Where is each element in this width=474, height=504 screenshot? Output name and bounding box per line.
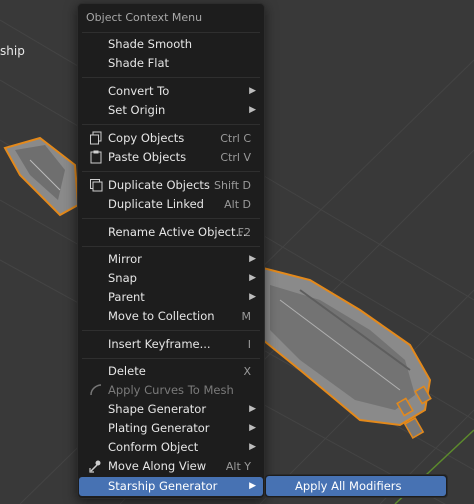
menu-title: Object Context Menu (86, 11, 203, 24)
menu-item-starship-generator[interactable]: Starship Generator ▶ (79, 477, 263, 496)
chevron-right-icon: ▶ (249, 254, 256, 264)
starship-mesh-left[interactable] (3, 136, 80, 217)
menu-divider (82, 358, 260, 359)
menu-item-shape-generator[interactable]: Shape Generator ▶ (79, 400, 263, 419)
object-context-menu: Object Context Menu Shade Smooth Shade F… (77, 3, 265, 499)
move-icon (88, 459, 103, 474)
starship-generator-submenu: Apply All Modifiers (264, 474, 448, 498)
paste-icon (88, 150, 103, 165)
menu-item-move-along-view[interactable]: Move Along View Alt Y (79, 457, 263, 476)
menu-item-shade-smooth[interactable]: Shade Smooth (79, 35, 263, 54)
menu-item-apply-curves-to-mesh[interactable]: Apply Curves To Mesh (79, 381, 263, 400)
menu-item-copy-objects[interactable]: Copy Objects Ctrl C (79, 129, 263, 148)
menu-item-paste-objects[interactable]: Paste Objects Ctrl V (79, 148, 263, 167)
duplicate-icon (88, 178, 103, 193)
chevron-right-icon: ▶ (249, 273, 256, 283)
chevron-right-icon: ▶ (249, 105, 256, 115)
menu-item-conform-object[interactable]: Conform Object ▶ (79, 438, 263, 457)
chevron-right-icon: ▶ (249, 442, 256, 452)
submenu-item-apply-all-modifiers[interactable]: Apply All Modifiers (266, 476, 446, 496)
menu-divider (82, 124, 260, 125)
menu-item-convert-to[interactable]: Convert To ▶ (79, 82, 263, 101)
menu-item-set-origin[interactable]: Set Origin ▶ (79, 101, 263, 120)
menu-item-parent[interactable]: Parent ▶ (79, 288, 263, 307)
chevron-right-icon: ▶ (249, 292, 256, 302)
menu-item-insert-keyframe[interactable]: Insert Keyframe... I (79, 335, 263, 354)
menu-divider (82, 330, 260, 331)
menu-divider (82, 246, 260, 247)
starship-mesh-right[interactable] (262, 266, 432, 439)
chevron-right-icon: ▶ (249, 481, 256, 491)
chevron-right-icon: ▶ (249, 423, 256, 433)
menu-divider (82, 171, 260, 172)
menu-divider (82, 218, 260, 219)
copy-icon (88, 131, 103, 146)
menu-item-snap[interactable]: Snap ▶ (79, 269, 263, 288)
menu-item-plating-generator[interactable]: Plating Generator ▶ (79, 419, 263, 438)
chevron-right-icon: ▶ (249, 404, 256, 414)
chevron-right-icon: ▶ (249, 86, 256, 96)
object-name-label: ship (0, 44, 25, 58)
curve-icon (88, 383, 103, 398)
menu-item-delete[interactable]: Delete X (79, 362, 263, 381)
menu-divider (82, 77, 260, 78)
menu-item-duplicate-linked[interactable]: Duplicate Linked Alt D (79, 195, 263, 214)
menu-divider (82, 32, 260, 33)
menu-item-shade-flat[interactable]: Shade Flat (79, 54, 263, 73)
menu-item-rename-active-object[interactable]: Rename Active Object... F2 (79, 223, 263, 242)
menu-item-duplicate-objects[interactable]: Duplicate Objects Shift D (79, 176, 263, 195)
menu-item-mirror[interactable]: Mirror ▶ (79, 250, 263, 269)
menu-item-move-to-collection[interactable]: Move to Collection M (79, 307, 263, 326)
